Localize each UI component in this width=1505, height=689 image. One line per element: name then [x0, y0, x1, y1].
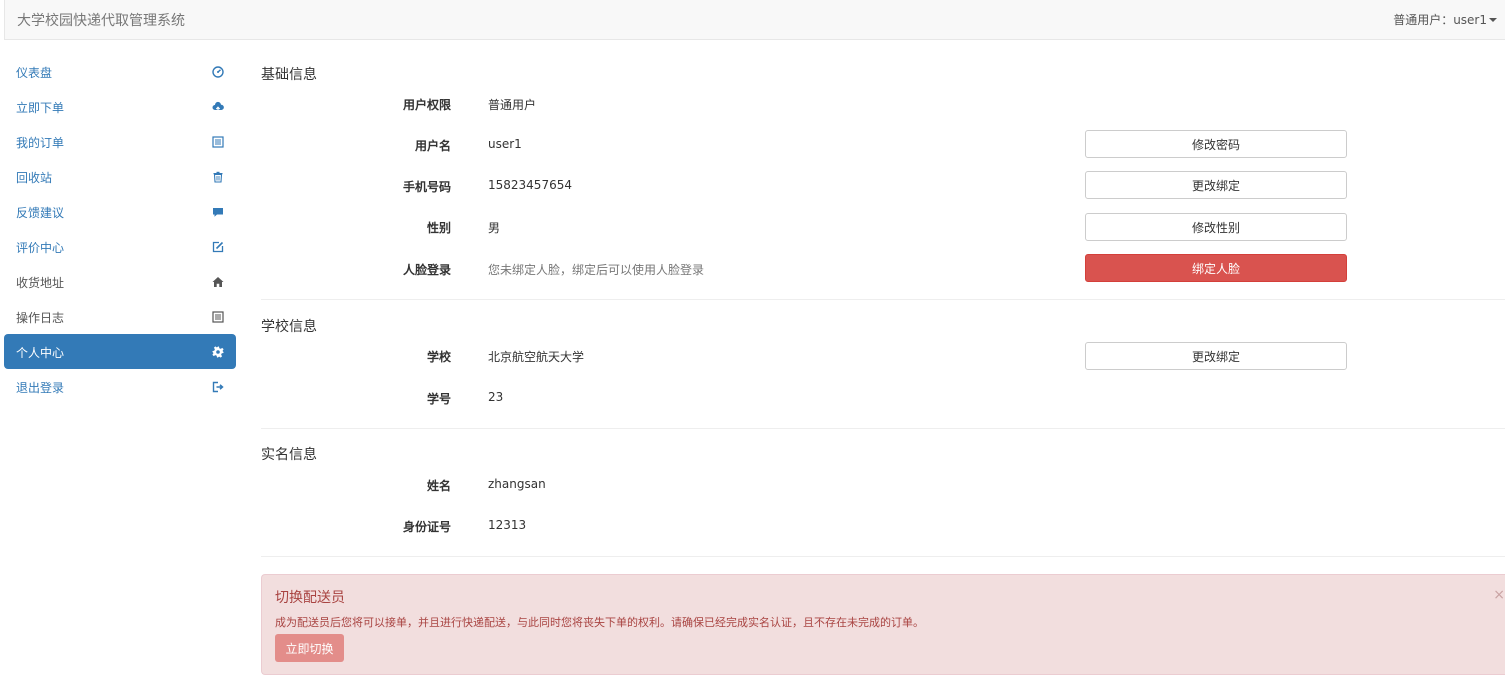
list-icon [212, 135, 224, 148]
name-value: zhangsan [488, 477, 546, 491]
school-value: 北京航空航天大学 [488, 350, 585, 364]
sidebar-item-feedback[interactable]: 反馈建议 [4, 194, 236, 229]
alert-title: 切换配送员 [275, 590, 345, 606]
phone-value: 15823457654 [488, 178, 572, 192]
sidebar-item-my-orders[interactable]: 我的订单 [4, 124, 236, 159]
gear-icon [212, 345, 224, 358]
home-icon [212, 276, 224, 288]
idcard-value: 12313 [488, 518, 527, 532]
dashboard-icon [212, 65, 224, 78]
face-login-status: 您未绑定人脸，绑定后可以使用人脸登录 [488, 263, 705, 277]
school-label: 学校 [426, 350, 451, 364]
section-title-school: 学校信息 [261, 319, 317, 335]
change-phone-binding-button[interactable]: 更改绑定 [1085, 171, 1347, 199]
sidebar-item-operation-log[interactable]: 操作日志 [4, 299, 236, 334]
change-gender-button[interactable]: 修改性别 [1085, 213, 1347, 241]
section-title-realname: 实名信息 [261, 447, 317, 463]
sidebar: 仪表盘 立即下单 我的订单 回收站 反馈建议 评价中心 收货地址 操作日志 个人… [4, 54, 236, 404]
sidebar-item-label: 收货地址 [16, 276, 65, 290]
sidebar-item-address[interactable]: 收货地址 [4, 264, 236, 299]
trash-icon [212, 171, 224, 183]
sidebar-item-profile[interactable]: 个人中心 [4, 334, 236, 369]
list-icon [212, 310, 224, 323]
user-menu-dropdown[interactable]: 普通用户：user1 [1393, 11, 1497, 28]
switch-now-button[interactable]: 立即切换 [275, 634, 344, 662]
username-label: 用户名 [414, 139, 451, 153]
top-navbar: 大学校园快递代取管理系统 普通用户：user1 [4, 0, 1505, 40]
caret-down-icon [1489, 17, 1497, 22]
student-id-value: 23 [488, 390, 504, 404]
face-login-label: 人脸登录 [402, 263, 451, 277]
sidebar-item-label: 回收站 [16, 171, 53, 185]
sidebar-item-label: 退出登录 [16, 381, 65, 395]
sidebar-item-place-order[interactable]: 立即下单 [4, 89, 236, 124]
switch-courier-alert: 切换配送员 成为配送员后您将可以接单，并且进行快递配送，与此同时您将丧失下单的权… [261, 574, 1505, 675]
divider [261, 556, 1505, 557]
sidebar-item-label: 仪表盘 [16, 66, 53, 80]
edit-icon [212, 241, 224, 253]
sidebar-item-logout[interactable]: 退出登录 [4, 369, 236, 404]
sidebar-item-label: 立即下单 [16, 101, 65, 115]
username-value: user1 [488, 137, 522, 151]
cloud-upload-icon [212, 101, 224, 113]
role-label: 用户权限 [402, 98, 451, 112]
name-label: 姓名 [426, 479, 451, 493]
sidebar-item-label: 反馈建议 [16, 206, 65, 220]
bind-face-button[interactable]: 绑定人脸 [1085, 254, 1347, 282]
close-icon[interactable]: × [1493, 587, 1505, 603]
sidebar-item-label: 个人中心 [16, 346, 65, 360]
divider [261, 299, 1505, 300]
change-school-binding-button[interactable]: 更改绑定 [1085, 342, 1347, 370]
sidebar-item-label: 评价中心 [16, 241, 65, 255]
phone-label: 手机号码 [402, 180, 451, 194]
user-menu-label: 普通用户：user1 [1393, 13, 1487, 27]
student-id-label: 学号 [426, 392, 451, 406]
sidebar-item-label: 操作日志 [16, 311, 65, 325]
comment-icon [212, 206, 224, 218]
sidebar-item-recycle-bin[interactable]: 回收站 [4, 159, 236, 194]
app-title[interactable]: 大学校园快递代取管理系统 [17, 10, 185, 30]
gender-value: 男 [488, 221, 501, 235]
sidebar-item-dashboard[interactable]: 仪表盘 [4, 54, 236, 89]
divider [261, 428, 1505, 429]
change-password-button[interactable]: 修改密码 [1085, 130, 1347, 158]
section-title-basic: 基础信息 [261, 67, 317, 83]
gender-label: 性别 [426, 221, 451, 235]
alert-message: 成为配送员后您将可以接单，并且进行快递配送，与此同时您将丧失下单的权利。请确保已… [275, 616, 924, 629]
sidebar-item-label: 我的订单 [16, 136, 65, 150]
logout-icon [212, 381, 224, 393]
idcard-label: 身份证号 [402, 520, 451, 534]
role-value: 普通用户 [488, 98, 537, 112]
sidebar-item-reviews[interactable]: 评价中心 [4, 229, 236, 264]
